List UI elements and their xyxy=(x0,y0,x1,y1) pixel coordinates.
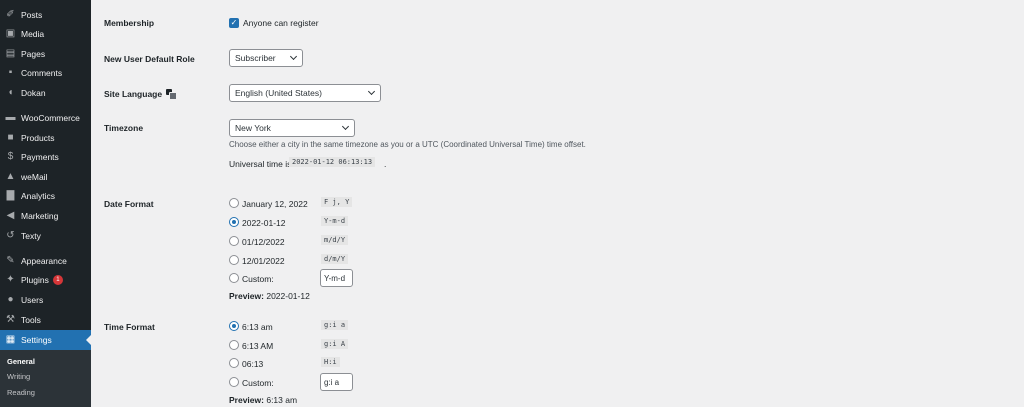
universal-time-suffix: . xyxy=(384,159,387,169)
sidebar-item-dokan[interactable]: ◖ Dokan xyxy=(0,83,91,102)
wemail-icon: ▲ xyxy=(5,170,16,182)
preview-label: Preview: xyxy=(229,395,264,405)
chevron-down-icon xyxy=(367,87,376,96)
sidebar-item-pages[interactable]: ▤ Pages xyxy=(0,44,91,63)
sidebar-item-users[interactable]: ● Users xyxy=(0,290,91,309)
pages-icon: ▤ xyxy=(5,47,16,59)
preview-label: Preview: xyxy=(229,291,264,301)
site-language-value: English (United States) xyxy=(235,88,322,98)
date-format-preview: Preview: 2022-01-12 xyxy=(229,291,310,301)
universal-time-label: Universal time is xyxy=(229,159,292,169)
sidebar-item-products[interactable]: ■ Products xyxy=(0,128,91,147)
products-icon: ■ xyxy=(7,131,14,143)
plugins-icon: ✦ xyxy=(6,273,15,285)
date-format-radio-1[interactable] xyxy=(229,198,239,208)
woocommerce-icon: ▬ xyxy=(5,111,16,123)
sidebar-item-texty[interactable]: ↺ Texty xyxy=(0,226,91,245)
date-format-radio-4[interactable] xyxy=(229,255,239,265)
time-format-radio-1[interactable] xyxy=(229,321,239,331)
timezone-value: New York xyxy=(235,123,271,133)
site-language-label: Site Language xyxy=(104,89,178,100)
date-format-custom-input[interactable]: Y-m-d xyxy=(320,269,353,287)
sidebar-item-comments[interactable]: ▪ Comments xyxy=(0,63,91,82)
preview-value: 2022-01-12 xyxy=(266,291,310,301)
dokan-icon: ◖ xyxy=(7,86,14,98)
site-language-text: Site Language xyxy=(104,89,163,99)
default-role-label: New User Default Role xyxy=(104,54,195,64)
preview-value: 6:13 am xyxy=(266,395,298,405)
chevron-down-icon xyxy=(289,52,298,61)
time-format-radio-3[interactable] xyxy=(229,358,239,368)
sidebar-item-analytics[interactable]: ▇ Analytics xyxy=(0,186,91,205)
time-format-option-label: 06:13 xyxy=(242,359,264,369)
time-format-radio-2[interactable] xyxy=(229,340,239,350)
time-format-preview: Preview: 6:13 am xyxy=(229,395,297,405)
membership-label: Membership xyxy=(104,18,155,28)
sidebar-item-payments[interactable]: $ Payments xyxy=(0,147,91,166)
time-format-code: g:i A xyxy=(321,339,349,349)
tools-icon: ⚒ xyxy=(6,313,15,325)
date-format-code: F j, Y xyxy=(321,197,353,207)
date-format-option-label: 01/12/2022 xyxy=(242,237,285,247)
date-format-option-label: 2022-01-12 xyxy=(242,218,286,228)
time-format-custom-input[interactable]: g:i a xyxy=(320,373,353,391)
date-format-code: Y-m-d xyxy=(321,216,349,226)
date-format-code: m/d/Y xyxy=(321,235,349,245)
appearance-icon: ✎ xyxy=(6,254,15,266)
users-icon: ● xyxy=(7,293,14,305)
settings-form: Membership ✓ Anyone can register New Use… xyxy=(91,0,1024,407)
date-format-radio-3[interactable] xyxy=(229,236,239,246)
date-format-label: Date Format xyxy=(104,199,154,209)
marketing-icon: ◀ xyxy=(6,209,15,221)
universal-time-value: 2022-01-12 06:13:13 xyxy=(289,157,376,167)
timezone-label: Timezone xyxy=(104,123,144,133)
analytics-icon: ▇ xyxy=(6,189,15,201)
timezone-description: Choose either a city in the same timezon… xyxy=(229,140,586,149)
time-format-option-label: Custom: xyxy=(242,378,274,388)
date-format-radio-custom[interactable] xyxy=(229,273,239,283)
submenu-reading[interactable]: Reading xyxy=(7,388,35,397)
sidebar-item-tools[interactable]: ⚒ Tools xyxy=(0,310,91,329)
date-format-option-label: 12/01/2022 xyxy=(242,256,285,266)
membership-checkbox[interactable]: ✓ xyxy=(229,18,239,28)
default-role-select[interactable]: Subscriber xyxy=(229,49,303,67)
sidebar-item-marketing[interactable]: ◀ Marketing xyxy=(0,206,91,225)
sidebar-item-appearance[interactable]: ✎ Appearance xyxy=(0,251,91,270)
date-format-code: d/m/Y xyxy=(321,254,349,264)
sidebar-item-settings[interactable]: ▦ Settings xyxy=(0,330,91,350)
settings-icon: ▦ xyxy=(5,334,16,345)
timezone-select[interactable]: New York xyxy=(229,119,355,137)
sidebar-item-posts[interactable]: ✐ Posts xyxy=(0,5,91,24)
media-icon: ▣ xyxy=(5,27,16,39)
submenu-general[interactable]: General xyxy=(7,357,35,366)
time-format-label: Time Format xyxy=(104,322,155,332)
texty-icon: ↺ xyxy=(6,229,15,241)
time-format-option-label: 6:13 AM xyxy=(242,341,274,351)
settings-submenu: General Writing Reading xyxy=(0,350,91,407)
time-format-code: g:i a xyxy=(321,320,349,330)
date-format-radio-2[interactable] xyxy=(229,217,239,227)
translate-icon xyxy=(166,89,178,100)
chevron-down-icon xyxy=(341,122,350,131)
comments-icon: ▪ xyxy=(8,66,13,78)
time-format-code: H:i xyxy=(321,357,340,367)
admin-sidebar: ✐ Posts ▣ Media ▤ Pages ▪ Comments ◖ Dok… xyxy=(0,0,91,407)
membership-checkbox-label: Anyone can register xyxy=(243,18,319,28)
pin-icon: ✐ xyxy=(6,8,15,20)
date-format-option-label: January 12, 2022 xyxy=(242,199,308,209)
sidebar-item-woocommerce[interactable]: ▬ WooCommerce xyxy=(0,108,91,127)
default-role-value: Subscriber xyxy=(235,53,276,63)
date-format-option-label: Custom: xyxy=(242,274,274,284)
time-format-option-label: 6:13 am xyxy=(242,322,273,332)
site-language-select[interactable]: English (United States) xyxy=(229,84,381,102)
payments-icon: $ xyxy=(7,150,14,162)
time-format-radio-custom[interactable] xyxy=(229,377,239,387)
sidebar-item-wemail[interactable]: ▲ weMail xyxy=(0,167,91,186)
sidebar-item-media[interactable]: ▣ Media xyxy=(0,24,91,43)
submenu-writing[interactable]: Writing xyxy=(7,372,30,381)
update-count-badge: 1 xyxy=(52,274,63,285)
sidebar-item-plugins[interactable]: ✦ Plugins 1 xyxy=(0,270,91,289)
